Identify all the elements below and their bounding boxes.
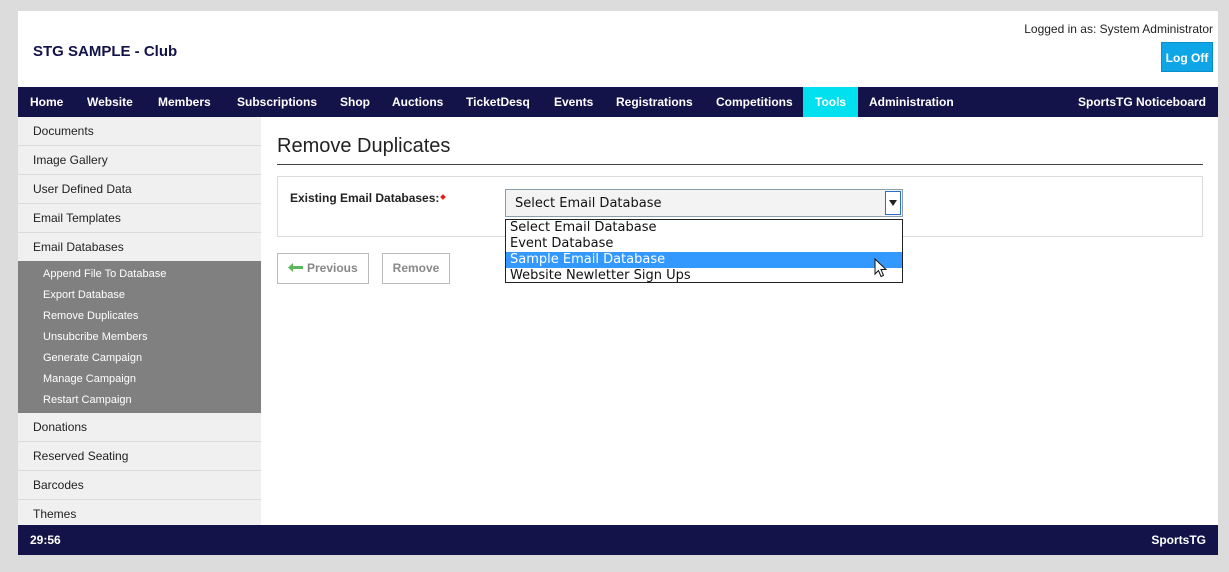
previous-button[interactable]: Previous — [277, 253, 369, 284]
sidebar-subnav: Append File To Database Export Database … — [18, 261, 261, 413]
arrow-left-icon — [288, 254, 303, 283]
option-event-database[interactable]: Event Database — [506, 236, 902, 252]
footer: 29:56 SportsTG — [18, 525, 1218, 555]
subnav-restart-campaign[interactable]: Restart Campaign — [18, 390, 261, 411]
subnav-append-file[interactable]: Append File To Database — [18, 264, 261, 285]
select-current-value: Select Email Database — [515, 196, 662, 211]
title-divider — [277, 164, 1203, 165]
sidebar: Documents Image Gallery User Defined Dat… — [18, 117, 261, 525]
sidebar-item-documents[interactable]: Documents — [18, 117, 261, 146]
main-nav: Home Website Members Subscriptions Shop … — [18, 87, 1218, 117]
remove-button[interactable]: Remove — [382, 253, 450, 284]
nav-members[interactable]: Members — [158, 87, 211, 117]
sidebar-item-reserved-seating[interactable]: Reserved Seating — [18, 442, 261, 471]
email-database-label: Existing Email Databases: — [290, 191, 440, 205]
subnav-manage-campaign[interactable]: Manage Campaign — [18, 369, 261, 390]
nav-subscriptions[interactable]: Subscriptions — [237, 87, 317, 117]
nav-shop[interactable]: Shop — [340, 87, 370, 117]
nav-events[interactable]: Events — [554, 87, 593, 117]
nav-registrations[interactable]: Registrations — [616, 87, 693, 117]
option-sample-email-database[interactable]: Sample Email Database — [506, 252, 902, 268]
option-select-email-database[interactable]: Select Email Database — [506, 220, 902, 236]
sidebar-item-email-templates[interactable]: Email Templates — [18, 204, 261, 233]
logoff-button[interactable]: Log Off — [1161, 42, 1213, 72]
form-panel: Existing Email Databases: Select Email D… — [277, 176, 1203, 283]
nav-administration[interactable]: Administration — [869, 87, 954, 117]
footer-brand[interactable]: SportsTG — [1151, 525, 1206, 555]
mouse-cursor-icon — [874, 257, 888, 281]
page-title: Remove Duplicates — [277, 135, 451, 157]
sidebar-item-themes[interactable]: Themes — [18, 500, 261, 528]
email-database-options: Select Email Database Event Database Sam… — [505, 219, 903, 283]
nav-noticeboard[interactable]: SportsTG Noticeboard — [1078, 87, 1206, 117]
sidebar-item-image-gallery[interactable]: Image Gallery — [18, 146, 261, 175]
sidebar-item-donations[interactable]: Donations — [18, 413, 261, 442]
site-title: STG SAMPLE - Club — [33, 43, 178, 60]
nav-ticketdesq[interactable]: TicketDesq — [466, 87, 530, 117]
previous-label: Previous — [307, 261, 358, 275]
email-database-select[interactable]: Select Email Database — [505, 189, 903, 217]
sidebar-item-email-databases[interactable]: Email Databases — [18, 233, 261, 261]
session-timer: 29:56 — [30, 533, 61, 547]
header: STG SAMPLE - Club Logged in as: System A… — [18, 11, 1218, 87]
sidebar-item-barcodes[interactable]: Barcodes — [18, 471, 261, 500]
option-website-newletter-sign-ups[interactable]: Website Newletter Sign Ups — [506, 268, 902, 284]
nav-home[interactable]: Home — [30, 87, 63, 117]
nav-tools[interactable]: Tools — [803, 87, 859, 117]
page-frame: STG SAMPLE - Club Logged in as: System A… — [18, 11, 1218, 555]
nav-website[interactable]: Website — [87, 87, 133, 117]
subnav-unsubscribe-members[interactable]: Unsubcribe Members — [18, 327, 261, 348]
required-icon — [440, 194, 446, 200]
login-status: Logged in as: System Administrator — [1024, 22, 1213, 36]
chevron-down-icon[interactable] — [885, 191, 901, 215]
subnav-export-database[interactable]: Export Database — [18, 285, 261, 306]
sidebar-item-user-defined-data[interactable]: User Defined Data — [18, 175, 261, 204]
subnav-remove-duplicates[interactable]: Remove Duplicates — [18, 306, 261, 327]
subnav-generate-campaign[interactable]: Generate Campaign — [18, 348, 261, 369]
nav-competitions[interactable]: Competitions — [716, 87, 793, 117]
nav-auctions[interactable]: Auctions — [392, 87, 443, 117]
